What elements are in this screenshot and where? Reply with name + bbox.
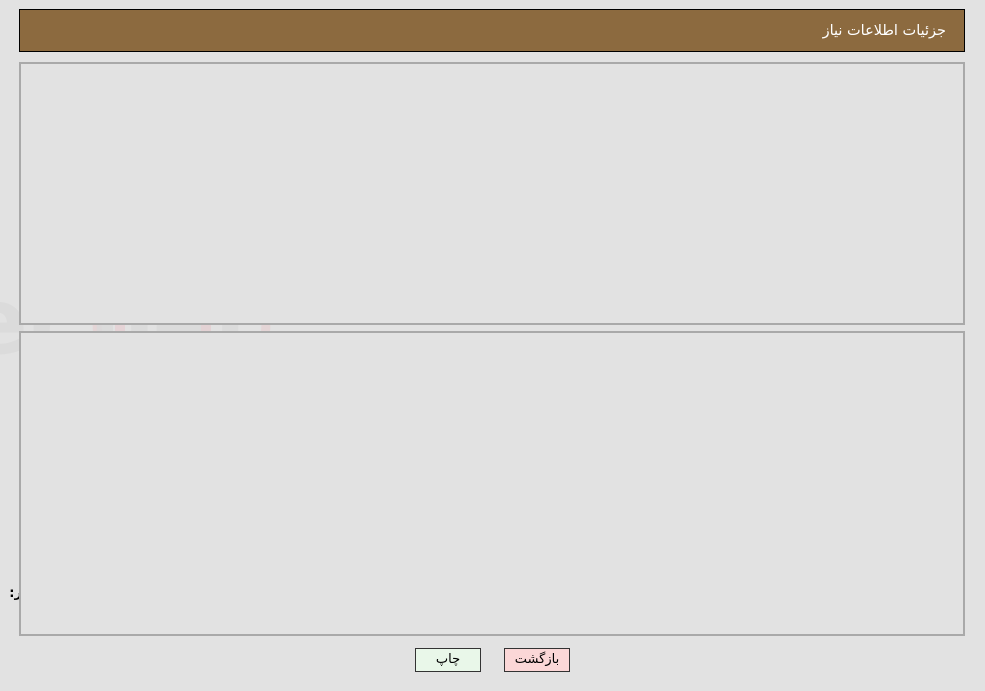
page-title: جزئیات اطلاعات نیاز	[822, 22, 946, 39]
back-button[interactable]: بازگشت	[504, 648, 570, 672]
action-button-bar: بازگشت چاپ	[0, 648, 985, 672]
details-panel	[19, 331, 965, 636]
page-header-bar: جزئیات اطلاعات نیاز	[19, 9, 965, 52]
print-button[interactable]: چاپ	[415, 648, 481, 672]
need-info-panel	[19, 62, 965, 325]
page-root: AnaTender.net جزئیات اطلاعات نیاز شماره …	[0, 0, 985, 691]
